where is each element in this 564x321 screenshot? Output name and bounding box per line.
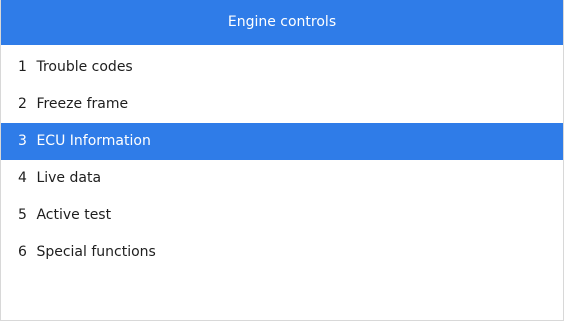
menu-item-label: Trouble codes [36,59,133,75]
menu-item-number: 2 [18,96,27,112]
menu-item-number: 3 [18,133,27,149]
page-title: Engine controls [1,0,563,45]
menu-list: 1 Trouble codes 2 Freeze frame 3 ECU Inf… [1,45,563,271]
engine-controls-screen: Engine controls 1 Trouble codes 2 Freeze… [0,0,564,321]
menu-item-number: 5 [18,207,27,223]
menu-item-label: Special functions [36,244,156,260]
menu-item-live-data[interactable]: 4 Live data [1,160,563,197]
menu-item-number: 1 [18,59,27,75]
menu-item-label: Active test [36,207,112,223]
menu-item-label: Freeze frame [36,96,129,112]
menu-item-label: ECU Information [36,133,151,149]
menu-item-label: Live data [36,170,102,186]
menu-item-active-test[interactable]: 5 Active test [1,197,563,234]
menu-item-trouble-codes[interactable]: 1 Trouble codes [1,49,563,86]
menu-item-ecu-information[interactable]: 3 ECU Information [1,123,563,160]
menu-item-number: 4 [18,170,27,186]
menu-item-number: 6 [18,244,27,260]
menu-item-special-functions[interactable]: 6 Special functions [1,234,563,271]
menu-item-freeze-frame[interactable]: 2 Freeze frame [1,86,563,123]
